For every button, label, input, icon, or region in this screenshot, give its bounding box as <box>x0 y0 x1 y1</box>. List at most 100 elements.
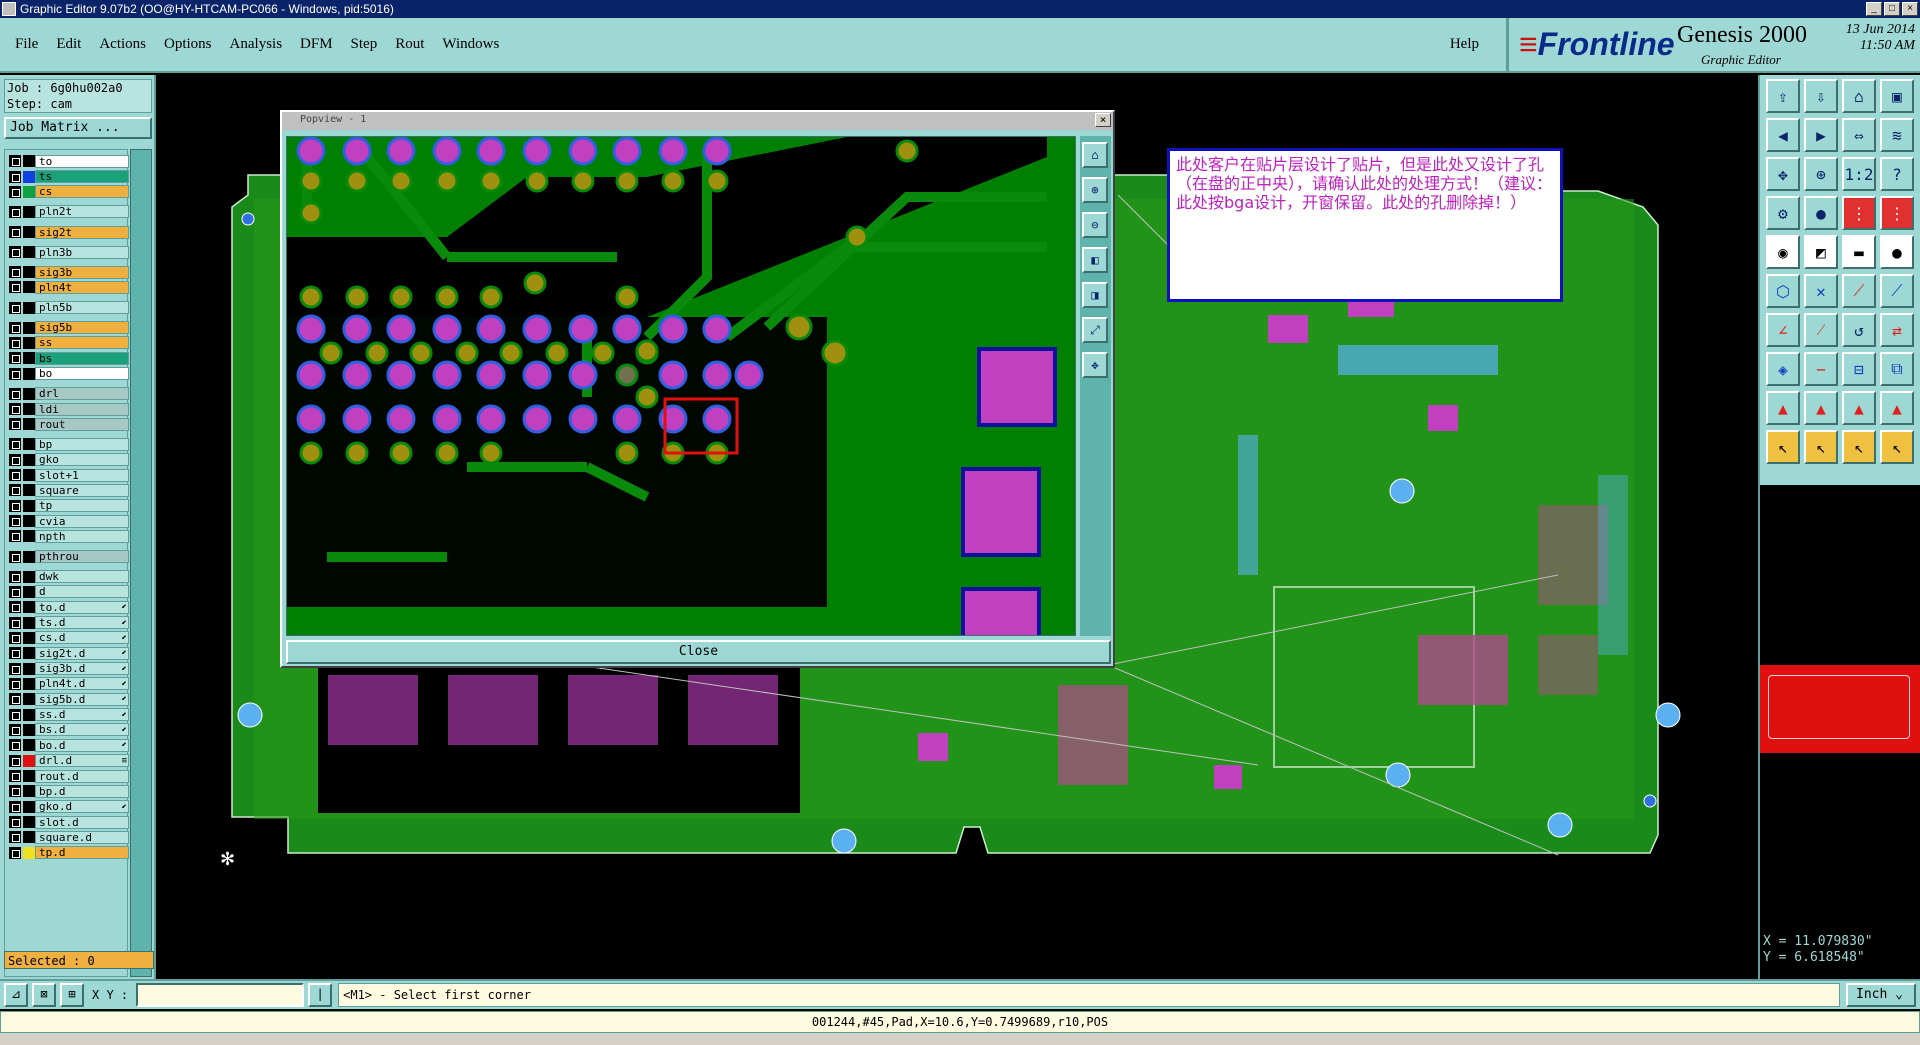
layer-display-checkbox[interactable] <box>9 185 21 198</box>
layer-color-swatch[interactable] <box>23 800 35 813</box>
layer-color-swatch[interactable] <box>23 708 35 721</box>
layer-name[interactable]: bs.d <box>35 723 129 737</box>
layer-color-swatch[interactable] <box>23 550 35 563</box>
save-icon[interactable]: ⇩ <box>1804 79 1838 113</box>
layer-color-swatch[interactable] <box>23 739 35 752</box>
layer-color-swatch[interactable] <box>23 499 35 512</box>
units-selector[interactable]: Inch ⌄ <box>1846 983 1916 1007</box>
layer-name[interactable]: square.d <box>35 830 129 844</box>
layer-color-swatch[interactable] <box>23 631 35 644</box>
layer-name[interactable]: pln3b <box>35 245 129 259</box>
layer-row[interactable]: pln3b <box>9 245 129 259</box>
point-icon[interactable]: ◈ <box>1766 352 1800 386</box>
layer-name[interactable]: slot.d <box>35 815 129 829</box>
layer-display-checkbox[interactable] <box>9 739 21 752</box>
popview-center-icon[interactable]: ✥ <box>1082 352 1108 378</box>
layer-display-checkbox[interactable] <box>9 499 21 512</box>
layer-name[interactable]: pln2t <box>35 205 129 219</box>
layer-display-checkbox[interactable] <box>9 846 21 859</box>
layer-display-checkbox[interactable] <box>9 418 21 431</box>
snap-center-icon[interactable]: ● <box>1804 196 1838 230</box>
layer-display-checkbox[interactable] <box>9 647 21 660</box>
layer-row[interactable]: bo <box>9 367 129 381</box>
layer-name[interactable]: square <box>35 483 129 497</box>
menu-edit[interactable]: Edit <box>47 36 90 53</box>
layer-color-swatch[interactable] <box>23 484 35 497</box>
cursor-c-icon[interactable]: ↖ <box>1842 430 1876 464</box>
layer-name[interactable]: sig5b.d <box>35 692 129 706</box>
prev-view-icon[interactable]: ◀ <box>1766 118 1800 152</box>
layer-color-swatch[interactable] <box>23 816 35 829</box>
layer-display-checkbox[interactable] <box>9 585 21 598</box>
layer-display-checkbox[interactable] <box>9 246 21 259</box>
copy-icon[interactable]: ⧉ <box>1880 352 1914 386</box>
layer-color-swatch[interactable] <box>23 301 35 314</box>
menu-step[interactable]: Step <box>342 36 387 53</box>
layer-stack-icon[interactable]: ⋮ <box>1880 196 1914 230</box>
layer-color-swatch[interactable] <box>23 281 35 294</box>
popview-zoom-home-icon[interactable]: ⌂ <box>1082 142 1108 168</box>
layer-row[interactable]: ss <box>9 336 129 350</box>
layer-name[interactable]: d <box>35 585 129 599</box>
layer-color-swatch[interactable] <box>23 266 35 279</box>
layer-name[interactable]: bo <box>35 367 129 381</box>
layer-color-swatch[interactable] <box>23 515 35 528</box>
cursor-mode-icon[interactable]: | <box>308 983 333 1007</box>
layer-name[interactable]: bp <box>35 437 129 451</box>
layer-display-checkbox[interactable] <box>9 754 21 767</box>
menu-analysis[interactable]: Analysis <box>221 36 292 53</box>
layer-display-checkbox[interactable] <box>9 816 21 829</box>
layer-display-checkbox[interactable] <box>9 387 21 400</box>
layer-row[interactable]: pln4t <box>9 280 129 294</box>
cursor-a-icon[interactable]: ↖ <box>1766 430 1800 464</box>
snap-icon[interactable]: ⊿ <box>4 983 28 1007</box>
layer-name[interactable]: bp.d <box>35 784 129 798</box>
layer-color-swatch[interactable] <box>23 570 35 583</box>
layer-name[interactable]: drl.d <box>35 754 129 768</box>
layer-row[interactable]: square <box>9 483 129 497</box>
layer-name[interactable]: pln4t <box>35 280 129 294</box>
layer-row[interactable]: pln5b <box>9 301 129 315</box>
layer-display-checkbox[interactable] <box>9 336 21 349</box>
layer-row[interactable]: ts.d ⬋ <box>9 616 129 630</box>
layer-row[interactable]: sig5b <box>9 321 129 335</box>
layer-color-swatch[interactable] <box>23 185 35 198</box>
layer-row[interactable]: slot+1 <box>9 468 129 482</box>
layer-display-checkbox[interactable] <box>9 601 21 614</box>
layer-name[interactable]: sig3b.d <box>35 662 129 676</box>
connect-icon[interactable]: ⬡ <box>1766 274 1800 308</box>
grid-icon[interactable]: ⊞ <box>60 983 84 1007</box>
layer-row[interactable]: tp.d <box>9 846 129 860</box>
layer-display-checkbox[interactable] <box>9 438 21 451</box>
layer-name[interactable]: pln4t.d <box>35 677 129 691</box>
layer-color-swatch[interactable] <box>23 601 35 614</box>
layer-color-swatch[interactable] <box>23 846 35 859</box>
layer-name[interactable]: cs <box>35 185 129 199</box>
layer-display-checkbox[interactable] <box>9 352 21 365</box>
layer-color-swatch[interactable] <box>23 367 35 380</box>
layer-color-swatch[interactable] <box>23 453 35 466</box>
layer-row[interactable]: bo.d ⬋ <box>9 738 129 752</box>
cursor-b-icon[interactable]: ↖ <box>1804 430 1838 464</box>
popview-close-icon[interactable]: × <box>1095 113 1111 127</box>
layer-row[interactable]: dwk <box>9 570 129 584</box>
layer-name[interactable]: pln5b <box>35 301 129 315</box>
route-icon[interactable]: ⟋ <box>1880 274 1914 308</box>
minimize-button[interactable]: _ <box>1866 2 1882 16</box>
help-icon[interactable]: ? <box>1880 157 1914 191</box>
popview-close-button[interactable]: Close <box>286 640 1111 664</box>
layer-name[interactable]: pthrou <box>35 550 129 564</box>
xy-input[interactable] <box>136 983 305 1007</box>
layer-row[interactable]: gko <box>9 453 129 467</box>
cross-icon[interactable]: ✕ <box>1804 274 1838 308</box>
layer-color-swatch[interactable] <box>23 585 35 598</box>
layer-name[interactable]: tp <box>35 499 129 513</box>
layer-row[interactable]: slot.d <box>9 815 129 829</box>
features-icon[interactable]: ⚙ <box>1766 196 1800 230</box>
slash-icon[interactable]: ⁄ <box>1804 313 1838 347</box>
layer-row[interactable]: square.d <box>9 830 129 844</box>
menu-options[interactable]: Options <box>155 36 221 53</box>
layer-color-swatch[interactable] <box>23 205 35 218</box>
layer-display-checkbox[interactable] <box>9 484 21 497</box>
layer-name[interactable]: sig3b <box>35 265 129 279</box>
